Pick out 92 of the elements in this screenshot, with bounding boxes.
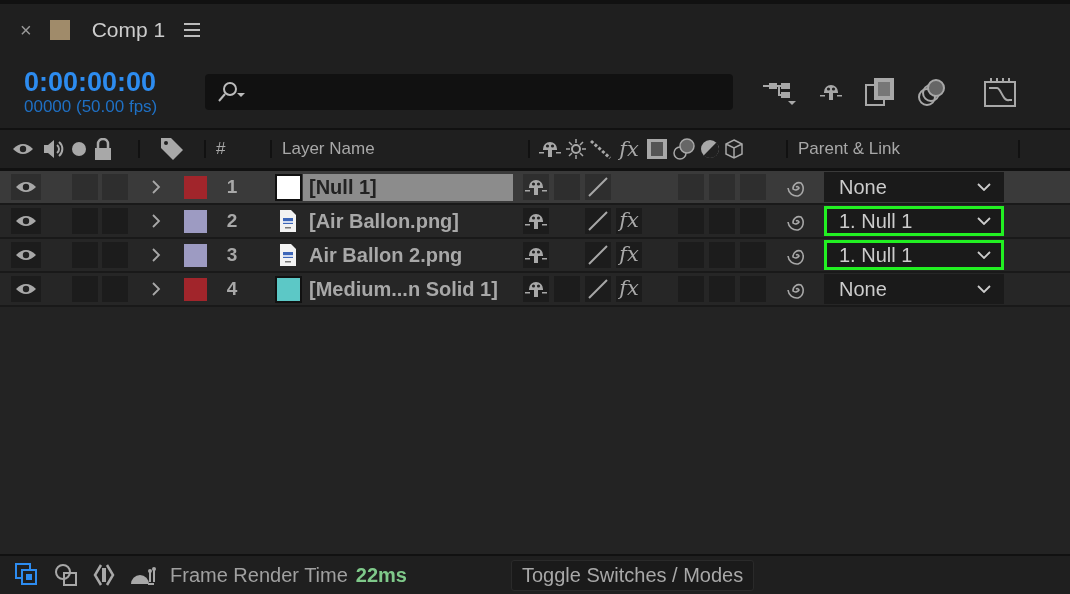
layer-number: 3 [225, 244, 239, 266]
quality-switch[interactable] [585, 242, 611, 268]
visibility-toggle[interactable] [11, 276, 41, 302]
number-header: # [215, 139, 227, 159]
shy-toggle-icon [819, 82, 843, 102]
solo-dot-icon [72, 142, 86, 156]
expand-chevron-icon[interactable] [151, 179, 161, 195]
chevron-down-icon [977, 251, 991, 259]
label-color[interactable] [184, 175, 207, 199]
shy-switch[interactable] [523, 276, 549, 302]
expand-chevron-icon[interactable] [151, 247, 161, 263]
chevron-down-icon [977, 183, 991, 191]
parent-dropdown[interactable]: 1. Null 1 [824, 206, 1004, 236]
timecode[interactable]: 0:00:00:00 [24, 67, 202, 97]
cube-icon [724, 139, 744, 159]
parent-header: Parent & Link [797, 139, 902, 159]
sun-icon [566, 139, 586, 159]
layer-name[interactable]: [Air Ballon.png] [303, 207, 513, 235]
layer-name[interactable]: [Medium...n Solid 1] [303, 275, 513, 303]
layer-name-header[interactable]: Layer Name [272, 139, 528, 159]
effects-switch[interactable]: fx [616, 276, 642, 302]
layer-name[interactable]: Air Ballon 2.png [303, 241, 513, 269]
shy-header-icon [538, 139, 562, 159]
slash-icon [587, 244, 609, 266]
parent-dropdown[interactable]: 1. Null 1 [824, 240, 1004, 270]
toggle-switches-button[interactable]: Toggle Switches / Modes [511, 559, 755, 591]
render-time-value: 22ms [355, 563, 407, 587]
expand-chevron-icon[interactable] [151, 281, 161, 297]
chevron-down-icon [977, 217, 991, 225]
shy-switch[interactable] [523, 174, 549, 200]
search-field[interactable] [205, 74, 733, 110]
snail-icon[interactable] [130, 564, 156, 586]
quality-switch[interactable] [585, 174, 611, 200]
eye-icon [15, 180, 37, 194]
expand-chevron-icon[interactable] [151, 213, 161, 229]
label-color[interactable] [184, 209, 207, 233]
lock-icon [94, 138, 112, 160]
layered-circles-icon [672, 137, 696, 161]
layer-row[interactable]: 3 Air Ballon 2.png fx 1. Null 1 [0, 239, 1070, 273]
render-time-label: Frame Render Time [170, 563, 348, 587]
label-color[interactable] [184, 243, 207, 267]
quality-switch[interactable] [585, 208, 611, 234]
tag-icon [160, 137, 184, 161]
effects-switch[interactable]: fx [616, 242, 642, 268]
eye-icon [15, 282, 37, 296]
graph-editor-icon[interactable] [983, 76, 1017, 108]
eye-icon [15, 248, 37, 262]
layer-row[interactable]: 4 [Medium...n Solid 1] fx None [0, 273, 1070, 307]
layer-name[interactable]: [Null 1] [303, 173, 513, 201]
visibility-toggle[interactable] [11, 242, 41, 268]
close-icon[interactable]: × [20, 18, 32, 42]
eye-icon [15, 214, 37, 228]
menu-icon[interactable] [183, 22, 202, 38]
layer-row[interactable]: 1 [Null 1] None [0, 171, 1070, 205]
layer-row[interactable]: 2 [Air Ballon.png] fx 1. Null 1 [0, 205, 1070, 239]
overlap-shapes-icon[interactable] [54, 563, 78, 587]
half-circle-icon [700, 139, 720, 159]
shy-icon [524, 245, 548, 265]
comp-swatch-icon [49, 20, 70, 40]
motion-blur-icon [590, 139, 612, 159]
parent-dropdown[interactable]: None [824, 172, 1004, 202]
comp-layers-icon[interactable] [14, 562, 40, 588]
slash-icon [587, 176, 609, 198]
shy-icon [524, 177, 548, 197]
film-frame-icon [646, 138, 668, 160]
slash-icon [587, 210, 609, 232]
brackets-icon[interactable] [92, 563, 116, 587]
file-icon [278, 209, 298, 233]
shy-icon [524, 211, 548, 231]
speaker-icon [42, 138, 64, 160]
file-icon [278, 243, 298, 267]
layered-circles-icon[interactable] [917, 77, 947, 107]
panel-title[interactable]: Comp 1 [91, 18, 166, 42]
eye-icon [12, 142, 34, 156]
film-frames-icon[interactable] [865, 77, 895, 107]
parent-dropdown[interactable]: None [824, 274, 1004, 304]
shy-icon [524, 279, 548, 299]
layer-number: 4 [225, 278, 239, 300]
effects-header-icon: fx [616, 137, 642, 161]
shy-switch[interactable] [523, 208, 549, 234]
effects-switch[interactable]: fx [616, 208, 642, 234]
visibility-toggle[interactable] [11, 208, 41, 234]
visibility-toggle[interactable] [11, 174, 41, 200]
layer-number: 2 [225, 210, 239, 232]
slash-icon [587, 278, 609, 300]
layer-number: 1 [225, 176, 239, 198]
frame-info: 00000 (50.00 fps) [24, 97, 159, 117]
quality-switch[interactable] [585, 276, 611, 302]
chevron-down-icon [977, 285, 991, 293]
shy-switch[interactable] [523, 242, 549, 268]
search-icon [217, 81, 247, 103]
label-color[interactable] [184, 277, 207, 301]
